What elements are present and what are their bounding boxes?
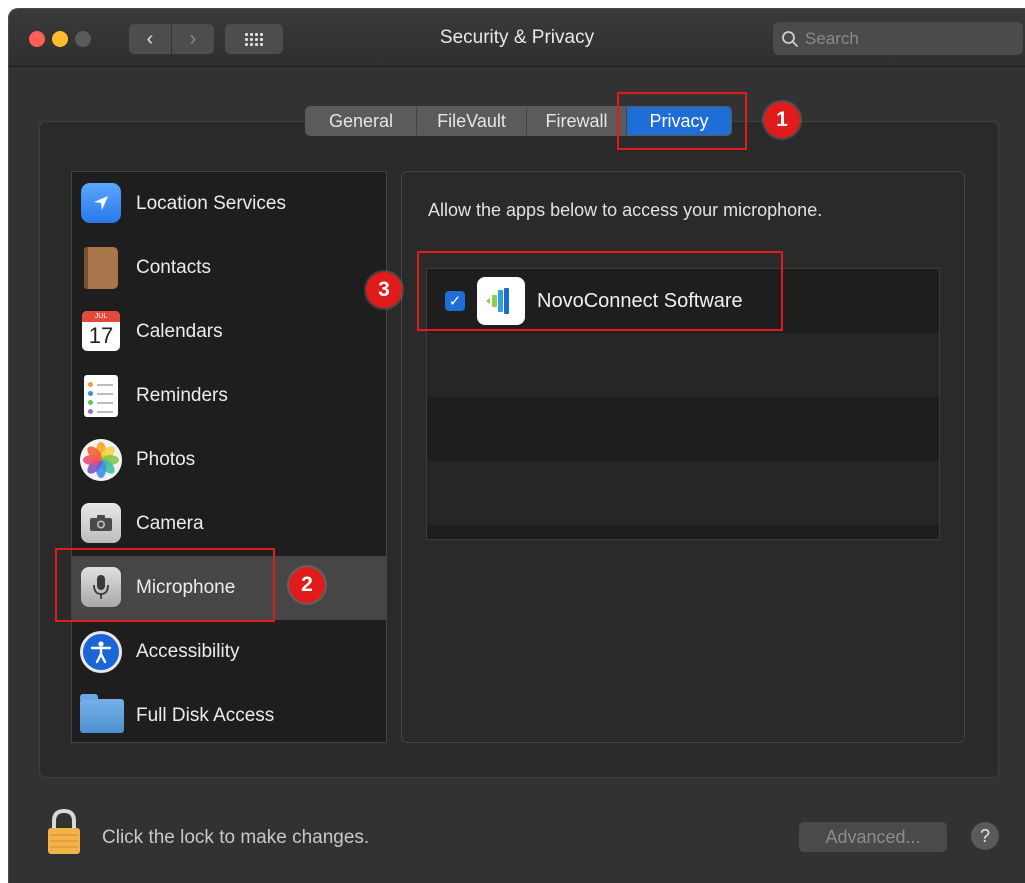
tab-filevault[interactable]: FileVault xyxy=(417,107,527,135)
camera-icon xyxy=(81,503,121,543)
photos-flower-icon xyxy=(80,439,122,481)
sidebar-item-camera[interactable]: Camera xyxy=(72,492,386,556)
sidebar-item-label: Location Services xyxy=(136,193,286,214)
sidebar-item-location-services[interactable]: Location Services xyxy=(72,172,386,236)
sidebar-item-label: Reminders xyxy=(136,385,228,406)
reminders-list-icon xyxy=(84,375,118,417)
lock-hint-text: Click the lock to make changes. xyxy=(102,827,370,848)
sidebar-item-photos[interactable]: Photos xyxy=(72,428,386,492)
folder-icon xyxy=(80,694,124,733)
sidebar-item-calendars[interactable]: JUL 17 Calendars xyxy=(72,300,386,364)
sidebar-item-full-disk-access[interactable]: Full Disk Access xyxy=(72,684,386,742)
annotation-badge-1: 1 xyxy=(764,102,800,138)
search-input[interactable] xyxy=(805,28,1005,49)
tab-firewall[interactable]: Firewall xyxy=(527,107,627,135)
accessibility-person-icon xyxy=(80,631,122,673)
calendar-day: 17 xyxy=(88,323,114,348)
sidebar-item-accessibility[interactable]: Accessibility xyxy=(72,620,386,684)
help-button[interactable]: ? xyxy=(971,822,999,850)
search-field[interactable] xyxy=(773,22,1023,55)
annotation-box-novoconnect xyxy=(417,251,783,331)
annotation-badge-3: 3 xyxy=(366,272,402,308)
sidebar-item-label: Full Disk Access xyxy=(136,705,275,726)
contacts-book-icon xyxy=(84,247,118,289)
calendar-month: JUL xyxy=(82,311,120,322)
list-item xyxy=(427,333,939,397)
tab-general[interactable]: General xyxy=(306,107,417,135)
sidebar-item-contacts[interactable]: Contacts xyxy=(72,236,386,300)
list-item xyxy=(427,397,939,461)
pane-description: Allow the apps below to access your micr… xyxy=(428,200,823,220)
sidebar-item-label: Contacts xyxy=(136,257,211,278)
location-arrow-icon xyxy=(81,183,121,223)
sidebar-item-label: Accessibility xyxy=(136,641,240,662)
sidebar-item-label: Photos xyxy=(136,449,196,470)
sidebar-item-label: Calendars xyxy=(136,321,223,342)
sidebar-item-label: Camera xyxy=(136,513,204,534)
annotation-badge-2: 2 xyxy=(289,567,325,603)
security-privacy-window: ‹ › Security & Privacy General FileVault… xyxy=(8,8,1025,883)
sidebar-item-reminders[interactable]: Reminders xyxy=(72,364,386,428)
advanced-button[interactable]: Advanced... xyxy=(799,822,947,852)
list-item xyxy=(427,461,939,525)
search-icon xyxy=(782,30,798,47)
annotation-box-microphone xyxy=(55,548,275,622)
annotation-box-privacy-tab xyxy=(617,92,747,150)
privacy-category-list: Location Services Contacts JUL 17 Calend… xyxy=(71,171,387,743)
title-bar: ‹ › Security & Privacy xyxy=(9,9,1025,67)
lock-icon[interactable] xyxy=(47,809,81,855)
calendar-icon: JUL 17 xyxy=(82,311,120,351)
